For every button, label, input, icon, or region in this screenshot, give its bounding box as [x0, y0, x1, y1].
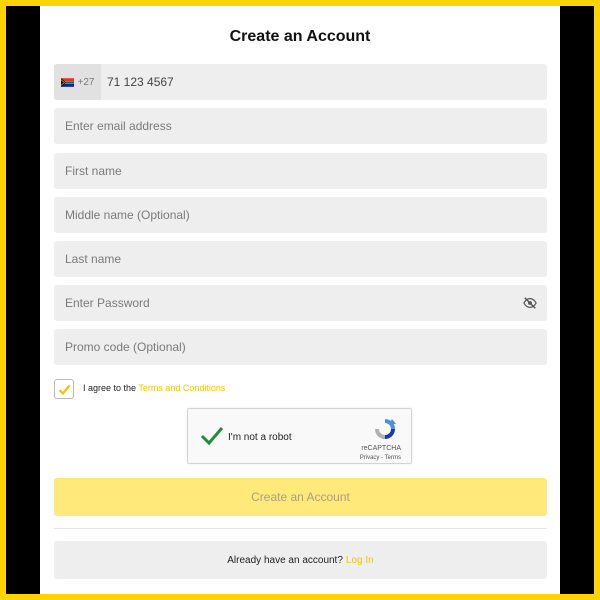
login-prompt-box: Already have an account? Log In	[54, 541, 547, 579]
first-name-placeholder: First name	[65, 164, 122, 178]
terms-checkbox[interactable]	[54, 379, 74, 399]
page-frame: Create an Account +27 71 123 4567 Enter …	[0, 0, 600, 600]
terms-prefix: I agree to the	[83, 383, 137, 393]
middle-name-placeholder: Middle name (Optional)	[65, 208, 190, 222]
phone-input[interactable]: 71 123 4567	[107, 75, 174, 89]
signup-card: Create an Account +27 71 123 4567 Enter …	[40, 6, 560, 594]
recaptcha-label: I'm not a robot	[228, 432, 292, 443]
south-africa-flag-icon	[60, 77, 74, 87]
terms-link[interactable]: Terms and Conditions	[138, 383, 225, 393]
promo-code-placeholder: Promo code (Optional)	[65, 340, 186, 354]
login-prompt-text: Already have an account?	[227, 554, 343, 566]
email-placeholder: Enter email address	[65, 119, 172, 133]
country-code-label: +27	[77, 76, 95, 88]
last-name-placeholder: Last name	[65, 252, 122, 266]
recaptcha-privacy-terms[interactable]: Privacy - Terms	[360, 455, 401, 461]
terms-label: I agree to the Terms and Conditions	[83, 383, 225, 393]
middle-name-field[interactable]: Middle name (Optional)	[54, 197, 547, 233]
promo-code-field[interactable]: Promo code (Optional)	[54, 329, 547, 365]
recaptcha-logo-icon	[375, 419, 396, 439]
last-name-field[interactable]: Last name	[54, 241, 547, 277]
recaptcha-checkmark-icon[interactable]	[200, 425, 224, 447]
password-placeholder: Enter Password	[65, 296, 150, 310]
recaptcha-widget[interactable]: I'm not a robot reCAPTCHA Privacy - Term…	[187, 408, 412, 464]
email-field[interactable]: Enter email address	[54, 108, 547, 144]
password-field[interactable]: Enter Password	[54, 285, 547, 321]
eye-slash-icon[interactable]	[523, 296, 537, 310]
recaptcha-brand: reCAPTCHA	[361, 445, 401, 452]
check-icon	[58, 384, 70, 395]
login-link[interactable]: Log In	[346, 555, 374, 566]
country-code-selector[interactable]: +27	[54, 64, 101, 100]
create-account-button[interactable]: Create an Account	[54, 478, 547, 516]
divider	[54, 528, 547, 529]
phone-field[interactable]: +27 71 123 4567	[54, 64, 547, 100]
page-title: Create an Account	[229, 28, 371, 45]
first-name-field[interactable]: First name	[54, 153, 547, 189]
